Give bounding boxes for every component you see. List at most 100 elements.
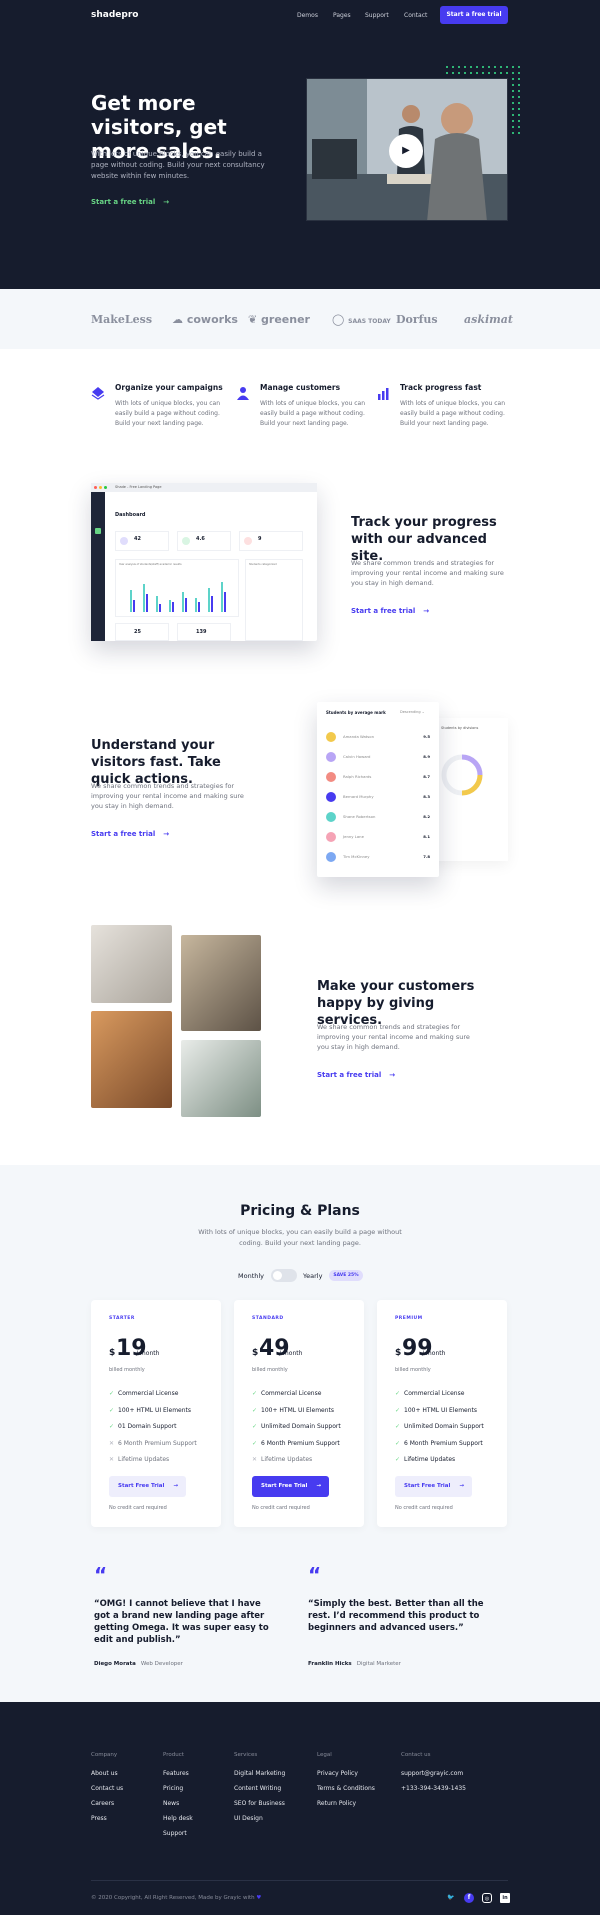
feature-title: Organize your campaigns: [115, 383, 223, 392]
student-name: Shane Robertson: [343, 814, 376, 819]
check-icon: ✓: [395, 1423, 401, 1430]
service-photo: [91, 1011, 172, 1108]
play-button[interactable]: ▶: [389, 134, 423, 168]
student-name: Ralph Richards: [343, 774, 372, 779]
footer-link[interactable]: Privacy Policy: [317, 1770, 358, 1777]
footer-link[interactable]: +133-394-3439-1435: [401, 1785, 466, 1792]
billing-monthly-label[interactable]: Monthly: [238, 1272, 264, 1280]
billing-note: billed monthly: [395, 1367, 431, 1373]
footer-link[interactable]: Help desk: [163, 1815, 193, 1822]
user-icon: [236, 385, 250, 400]
student-name: Calvin Howard: [343, 754, 371, 759]
billing-toggle[interactable]: [271, 1269, 297, 1282]
linkedin-icon[interactable]: in: [500, 1893, 510, 1903]
check-icon: ✓: [252, 1423, 258, 1430]
student-score: 8.9: [423, 754, 430, 759]
brand-makeless: MakeLess: [91, 313, 153, 326]
twitter-icon[interactable]: 🐦: [446, 1893, 456, 1903]
students-ranking-card: Students by average mark Descending ⌄ Am…: [317, 702, 439, 877]
nav-demos[interactable]: Demos: [297, 12, 318, 19]
feature-title: Track progress fast: [400, 383, 482, 392]
footer-link[interactable]: support@grayic.com: [401, 1770, 463, 1777]
start-trial-button[interactable]: Start Free Trial →: [252, 1476, 329, 1497]
footer-link[interactable]: Pricing: [163, 1785, 183, 1792]
facebook-icon[interactable]: f: [464, 1893, 474, 1903]
toggle-knob: [273, 1271, 282, 1280]
footer-link[interactable]: SEO for Business: [234, 1800, 285, 1807]
footer-link[interactable]: Features: [163, 1770, 189, 1777]
footer-link[interactable]: Press: [91, 1815, 107, 1822]
layers-icon: [91, 385, 105, 400]
student-name: Tim McKinney: [343, 854, 370, 859]
heart-icon: ♥: [256, 1895, 262, 1901]
start-trial-button[interactable]: Start Free Trial →: [109, 1476, 186, 1497]
plan-feature: ✓ Commercial License: [252, 1390, 322, 1397]
footer-link[interactable]: Support: [163, 1830, 187, 1837]
footer-link[interactable]: News: [163, 1800, 179, 1807]
quote-icon: “: [94, 1563, 108, 1587]
avatar: [326, 832, 336, 842]
avatar: [326, 852, 336, 862]
footer-link[interactable]: About us: [91, 1770, 118, 1777]
stat-card: 9: [239, 531, 303, 551]
logo[interactable]: shadepro: [91, 10, 138, 20]
footer-link[interactable]: Terms & Conditions: [317, 1785, 375, 1792]
pricing-card: PREMIUM $99/ month billed monthly ✓ Commerci…: [377, 1300, 507, 1527]
nav-support[interactable]: Support: [365, 12, 389, 19]
start-trial-button[interactable]: Start Free Trial →: [395, 1476, 472, 1497]
brand-saas-today: ◯ SAAS TODAY: [332, 313, 391, 326]
stat-card: 42: [115, 531, 169, 551]
sort-dropdown[interactable]: Descending ⌄: [400, 710, 425, 714]
section-trial-link[interactable]: Start a free trial →: [317, 1071, 395, 1079]
nav-pages[interactable]: Pages: [333, 12, 351, 19]
check-icon: ✓: [395, 1406, 401, 1414]
dashboard-mockup: Shade - Free Landing Page Dashboard 42 4…: [91, 483, 317, 641]
footer-column-heading: Company: [91, 1752, 118, 1758]
ranking-row: Shane Robertson 8.2: [326, 810, 430, 824]
avatar: [326, 792, 336, 802]
footer-link[interactable]: Careers: [91, 1800, 114, 1807]
hero-trial-link[interactable]: Start a free trial →: [91, 198, 169, 206]
no-card-note: No credit card required: [395, 1505, 453, 1511]
footer-link[interactable]: UI Design: [234, 1815, 263, 1822]
student-score: 9.5: [423, 734, 430, 739]
check-icon: ✓: [252, 1439, 258, 1447]
testimonial-author: Diego Morata Web Developer: [94, 1661, 183, 1667]
plan-feature: ✓ 6 Month Premium Support: [395, 1439, 483, 1447]
plan-tier: STANDARD: [252, 1316, 284, 1321]
footer-link[interactable]: Contact us: [91, 1785, 123, 1792]
check-icon: ✓: [252, 1390, 258, 1397]
header-trial-button[interactable]: Start a free trial: [440, 6, 508, 24]
arrow-right-icon: →: [173, 1483, 178, 1489]
arrow-right-icon: →: [389, 1071, 396, 1079]
avatar: [326, 812, 336, 822]
plan-feature: ✓ 100+ HTML UI Elements: [252, 1406, 335, 1414]
plan-price: 19: [116, 1336, 147, 1361]
section-desc: We share common trends and strategies fo…: [317, 1023, 470, 1051]
check-icon: ✓: [109, 1406, 115, 1414]
plan-feature: ✕ 6 Month Premium Support: [109, 1439, 197, 1447]
students-panel: Students categorized: [245, 559, 303, 641]
section-trial-link[interactable]: Start a free trial →: [351, 607, 429, 615]
ranking-row: Calvin Howard 8.9: [326, 750, 430, 764]
cloud-icon: ☁: [172, 313, 187, 326]
billing-yearly-label[interactable]: Yearly: [303, 1272, 322, 1280]
instagram-icon[interactable]: ◎: [482, 1893, 492, 1903]
footer-link[interactable]: Content Writing: [234, 1785, 281, 1792]
no-card-note: No credit card required: [252, 1505, 310, 1511]
pricing-card: STANDARD $49/ month billed monthly ✓ Commerc…: [234, 1300, 364, 1527]
nav-contact[interactable]: Contact: [404, 12, 427, 19]
trial-link-label: Start a free trial: [317, 1071, 382, 1079]
footer-link[interactable]: Digital Marketing: [234, 1770, 285, 1777]
section-trial-link[interactable]: Start a free trial →: [91, 830, 169, 838]
service-photo: [91, 925, 172, 1003]
currency-symbol: $: [109, 1348, 116, 1358]
student-score: 8.1: [423, 834, 430, 839]
check-icon: ✓: [109, 1423, 115, 1430]
plan-feature: ✓ Lifetime Updates: [395, 1456, 456, 1463]
check-icon: ✓: [252, 1406, 258, 1414]
footer: [0, 1702, 600, 1915]
arrow-right-icon: →: [163, 198, 170, 206]
footer-link[interactable]: Return Policy: [317, 1800, 356, 1807]
footer-column-heading: Legal: [317, 1752, 332, 1758]
